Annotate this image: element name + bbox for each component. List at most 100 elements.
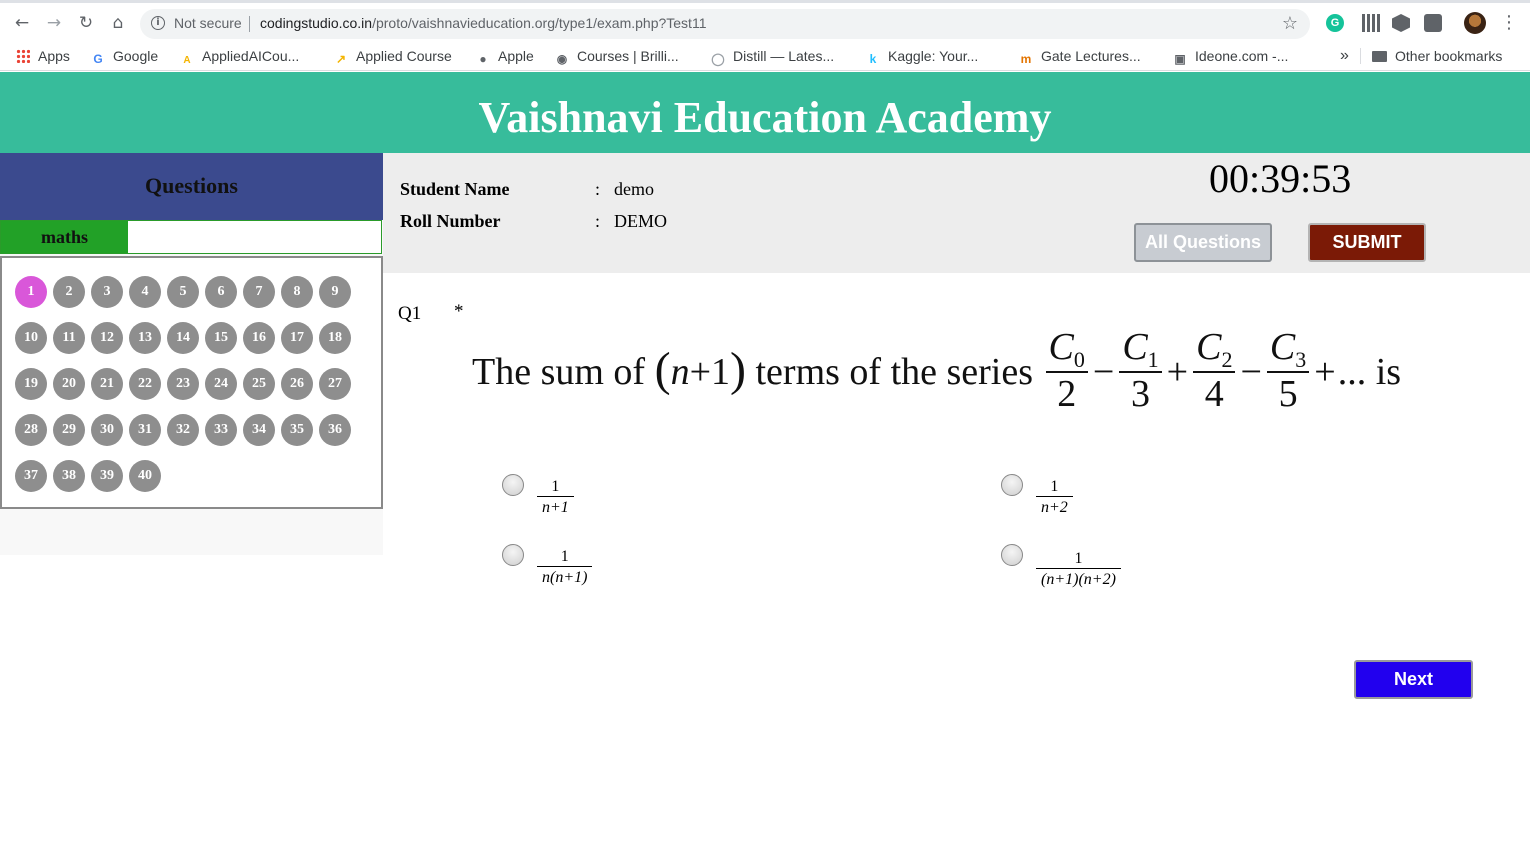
question-button-16[interactable]: 16 bbox=[243, 322, 275, 354]
bookmark-label: Ideone.com -... bbox=[1195, 48, 1289, 64]
question-button-26[interactable]: 26 bbox=[281, 368, 313, 400]
question-button-27[interactable]: 27 bbox=[319, 368, 351, 400]
option-numerator: 1 bbox=[1036, 478, 1073, 498]
question-button-13[interactable]: 13 bbox=[129, 322, 161, 354]
question-button-35[interactable]: 35 bbox=[281, 414, 313, 446]
series-operator: + bbox=[1166, 351, 1189, 393]
bookmark-apple[interactable]: ● Apple bbox=[476, 46, 534, 66]
student-name-label: Student Name bbox=[400, 179, 510, 199]
question-button-23[interactable]: 23 bbox=[167, 368, 199, 400]
series-term: C3 5 bbox=[1266, 327, 1310, 417]
bookmark-distill[interactable]: ◯ Distill — Lates... bbox=[711, 46, 834, 66]
question-button-22[interactable]: 22 bbox=[129, 368, 161, 400]
question-button-9[interactable]: 9 bbox=[319, 276, 351, 308]
bookmark-label: Kaggle: Your... bbox=[888, 48, 979, 64]
question-text: The sum of (n +1) terms of the series C0 2… bbox=[472, 322, 1401, 422]
question-button-31[interactable]: 31 bbox=[129, 414, 161, 446]
question-button-3[interactable]: 3 bbox=[91, 276, 123, 308]
student-name-value: demo bbox=[614, 179, 654, 199]
address-bar[interactable]: i Not secure codingstudio.co.in/proto/va… bbox=[140, 9, 1310, 39]
bookmark-applied-course[interactable]: ↗ Applied Course bbox=[334, 46, 452, 66]
bookmark-star-icon[interactable]: ☆ bbox=[1282, 13, 1298, 34]
question-button-33[interactable]: 33 bbox=[205, 414, 237, 446]
sidebar-header: Questions bbox=[0, 153, 383, 220]
term-subscript: 0 bbox=[1073, 346, 1085, 372]
question-button-11[interactable]: 11 bbox=[53, 322, 85, 354]
question-button-19[interactable]: 19 bbox=[15, 368, 47, 400]
google-icon: G bbox=[93, 52, 103, 66]
profile-avatar[interactable] bbox=[1464, 12, 1486, 34]
question-button-30[interactable]: 30 bbox=[91, 414, 123, 446]
question-button-7[interactable]: 7 bbox=[243, 276, 275, 308]
question-button-17[interactable]: 17 bbox=[281, 322, 313, 354]
option-d-radio[interactable] bbox=[1001, 544, 1023, 566]
bookmark-arrow-icon: ↗ bbox=[335, 52, 347, 66]
question-button-28[interactable]: 28 bbox=[15, 414, 47, 446]
option-a[interactable]: 1 n+1 bbox=[502, 474, 574, 519]
bookmark-gate[interactable]: m Gate Lectures... bbox=[1019, 46, 1141, 66]
option-denominator: n+1 bbox=[542, 499, 569, 517]
question-button-32[interactable]: 32 bbox=[167, 414, 199, 446]
term-symbol: C bbox=[1196, 325, 1222, 368]
question-button-36[interactable]: 36 bbox=[319, 414, 351, 446]
bookmarks-overflow-icon[interactable]: » bbox=[1340, 46, 1349, 66]
question-button-10[interactable]: 10 bbox=[15, 322, 47, 354]
bookmark-google[interactable]: G Google bbox=[91, 46, 158, 66]
question-button-18[interactable]: 18 bbox=[319, 322, 351, 354]
tab-maths[interactable]: maths bbox=[1, 221, 128, 253]
question-button-25[interactable]: 25 bbox=[243, 368, 275, 400]
question-button-21[interactable]: 21 bbox=[91, 368, 123, 400]
question-button-40[interactable]: 40 bbox=[129, 460, 161, 492]
question-button-38[interactable]: 38 bbox=[53, 460, 85, 492]
distill-icon: ◯ bbox=[711, 52, 725, 66]
option-c-radio[interactable] bbox=[502, 544, 524, 566]
term-symbol: C bbox=[1048, 325, 1074, 368]
apple-icon: ● bbox=[479, 52, 487, 66]
option-b[interactable]: 1 n+2 bbox=[1001, 474, 1073, 519]
question-button-2[interactable]: 2 bbox=[53, 276, 85, 308]
question-button-4[interactable]: 4 bbox=[129, 276, 161, 308]
question-button-12[interactable]: 12 bbox=[91, 322, 123, 354]
bookmark-label: Apple bbox=[498, 48, 534, 64]
submit-button[interactable]: SUBMIT bbox=[1308, 223, 1426, 262]
all-questions-button[interactable]: All Questions bbox=[1134, 223, 1272, 262]
info-icon[interactable]: i bbox=[151, 16, 165, 30]
question-button-6[interactable]: 6 bbox=[205, 276, 237, 308]
question-number: Q1 bbox=[398, 303, 422, 324]
option-d[interactable]: 1 (n+1)(n+2) bbox=[1001, 544, 1121, 591]
bookmark-apps[interactable]: Apps bbox=[16, 46, 70, 66]
question-button-37[interactable]: 37 bbox=[15, 460, 47, 492]
question-button-29[interactable]: 29 bbox=[53, 414, 85, 446]
question-button-5[interactable]: 5 bbox=[167, 276, 199, 308]
home-icon[interactable]: ⌂ bbox=[106, 11, 130, 35]
question-button-34[interactable]: 34 bbox=[243, 414, 275, 446]
option-a-radio[interactable] bbox=[502, 474, 524, 496]
question-button-39[interactable]: 39 bbox=[91, 460, 123, 492]
browser-menu-icon[interactable]: ⋮ bbox=[1500, 11, 1518, 35]
term-denominator: 3 bbox=[1130, 372, 1150, 415]
question-button-24[interactable]: 24 bbox=[205, 368, 237, 400]
extension-icon-hexagon[interactable] bbox=[1392, 14, 1410, 32]
reload-icon[interactable]: ↻ bbox=[74, 11, 98, 35]
extension-icon-square[interactable] bbox=[1424, 14, 1442, 32]
option-b-radio[interactable] bbox=[1001, 474, 1023, 496]
bookmark-brilliant[interactable]: ◉ Courses | Brilli... bbox=[555, 46, 679, 66]
bookmark-appliedai[interactable]: A AppliedAICou... bbox=[180, 46, 299, 66]
other-bookmarks[interactable]: Other bookmarks bbox=[1372, 46, 1502, 66]
question-button-20[interactable]: 20 bbox=[53, 368, 85, 400]
url-text[interactable]: codingstudio.co.in/proto/vaishnavieducat… bbox=[260, 15, 706, 31]
extension-icon-bars[interactable] bbox=[1362, 14, 1380, 32]
question-button-14[interactable]: 14 bbox=[167, 322, 199, 354]
question-button-15[interactable]: 15 bbox=[205, 322, 237, 354]
question-button-8[interactable]: 8 bbox=[281, 276, 313, 308]
grammarly-extension-icon[interactable]: G bbox=[1326, 14, 1344, 32]
option-c[interactable]: 1 n(n+1) bbox=[502, 544, 593, 589]
next-button[interactable]: Next bbox=[1354, 660, 1473, 699]
option-denominator: (n+1)(n+2) bbox=[1041, 571, 1116, 589]
back-arrow-icon[interactable]: ← bbox=[10, 11, 34, 35]
bookmark-kaggle[interactable]: k Kaggle: Your... bbox=[866, 46, 979, 66]
forward-arrow-icon[interactable]: → bbox=[42, 11, 66, 35]
question-button-1[interactable]: 1 bbox=[15, 276, 47, 308]
bookmark-ideone[interactable]: ▣ Ideone.com -... bbox=[1173, 46, 1288, 66]
countdown-timer: 00:39:53 bbox=[1209, 156, 1352, 201]
